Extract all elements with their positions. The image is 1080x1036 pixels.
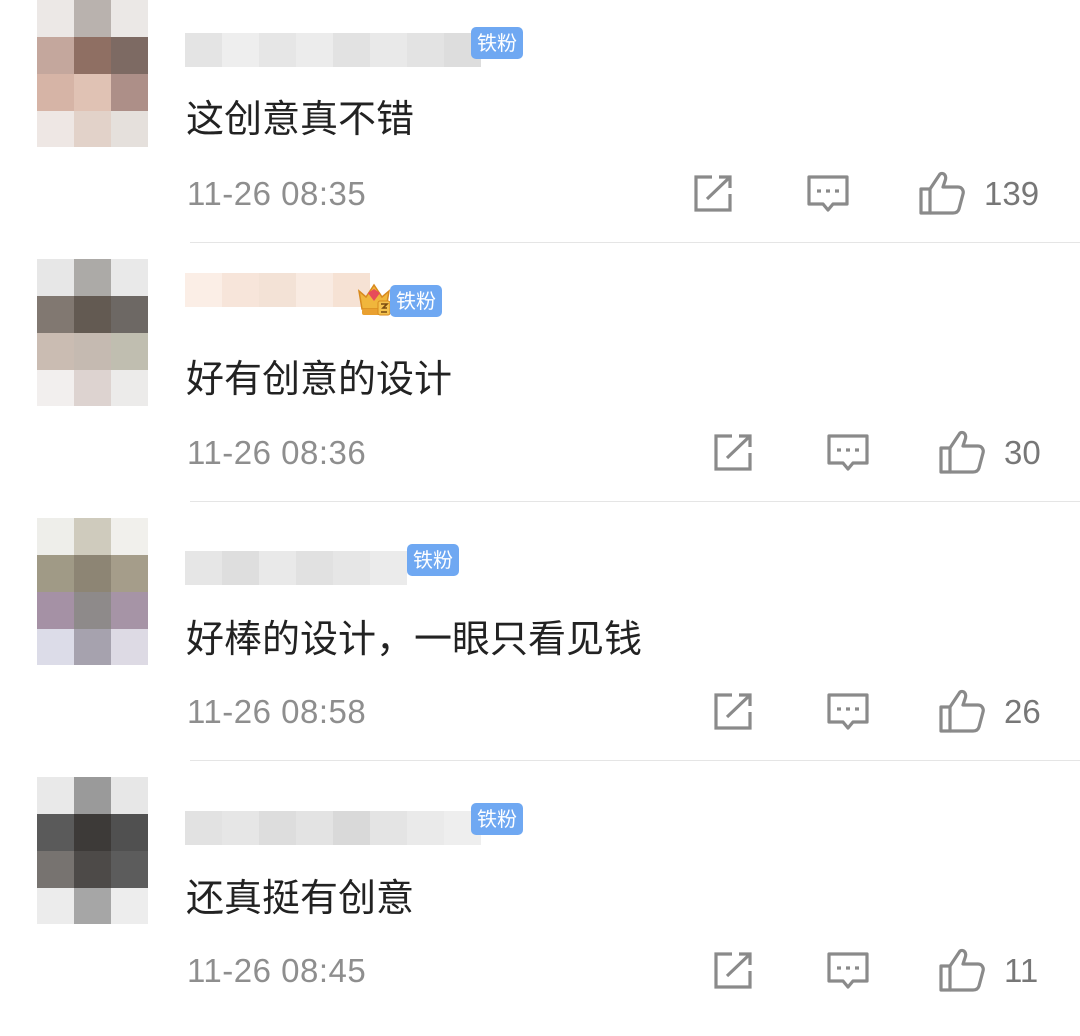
divider [190,501,1080,502]
comment-time: 11-26 08:36 [187,434,367,471]
comment-icon[interactable] [826,692,870,732]
comment-icon[interactable] [806,174,850,214]
like-count: 26 [1004,693,1041,730]
fan-badge: 铁粉 [471,803,523,835]
crown-icon [357,283,391,316]
comment-icon[interactable] [826,951,870,991]
username-blurred[interactable] [185,551,407,585]
thumbs-up-icon[interactable] [918,170,966,216]
comment-text: 好棒的设计，一眼只看见钱 [186,617,643,661]
username-blurred[interactable] [185,33,481,67]
fan-badge: 铁粉 [407,544,459,576]
like-count: 30 [1004,434,1041,471]
comment-item: 铁粉 这创意真不错 11-26 08:35 139 [0,0,1080,259]
comment-item: 铁粉 好棒的设计，一眼只看见钱 11-26 08:58 26 [0,518,1080,777]
like-count: 11 [1004,952,1039,989]
divider [190,242,1080,243]
avatar[interactable] [37,518,148,665]
username-blurred[interactable] [185,273,370,333]
username-blurred[interactable] [185,811,481,845]
divider [190,760,1080,761]
comment-text: 好有创意的设计 [186,357,453,401]
comment-text: 这创意真不错 [186,97,415,141]
thumbs-up-icon[interactable] [938,429,986,475]
comment-text: 还真挺有创意 [186,876,415,920]
thumbs-up-icon[interactable] [938,688,986,734]
share-icon[interactable] [712,949,756,991]
thumbs-up-icon[interactable] [938,947,986,993]
comment-time: 11-26 08:45 [187,952,367,989]
comment-time: 11-26 08:58 [187,693,367,730]
share-icon[interactable] [712,431,756,473]
comment-item: 铁粉 还真挺有创意 11-26 08:45 11 [0,777,1080,1036]
like-count: 139 [984,175,1040,212]
comment-item: 铁粉 好有创意的设计 11-26 08:36 30 [0,259,1080,518]
comment-icon[interactable] [826,433,870,473]
avatar[interactable] [37,259,148,406]
avatar[interactable] [37,0,148,147]
share-icon[interactable] [692,172,736,214]
fan-badge: 铁粉 [390,285,442,317]
share-icon[interactable] [712,690,756,732]
fan-badge: 铁粉 [471,27,523,59]
avatar[interactable] [37,777,148,924]
comment-time: 11-26 08:35 [187,175,367,212]
